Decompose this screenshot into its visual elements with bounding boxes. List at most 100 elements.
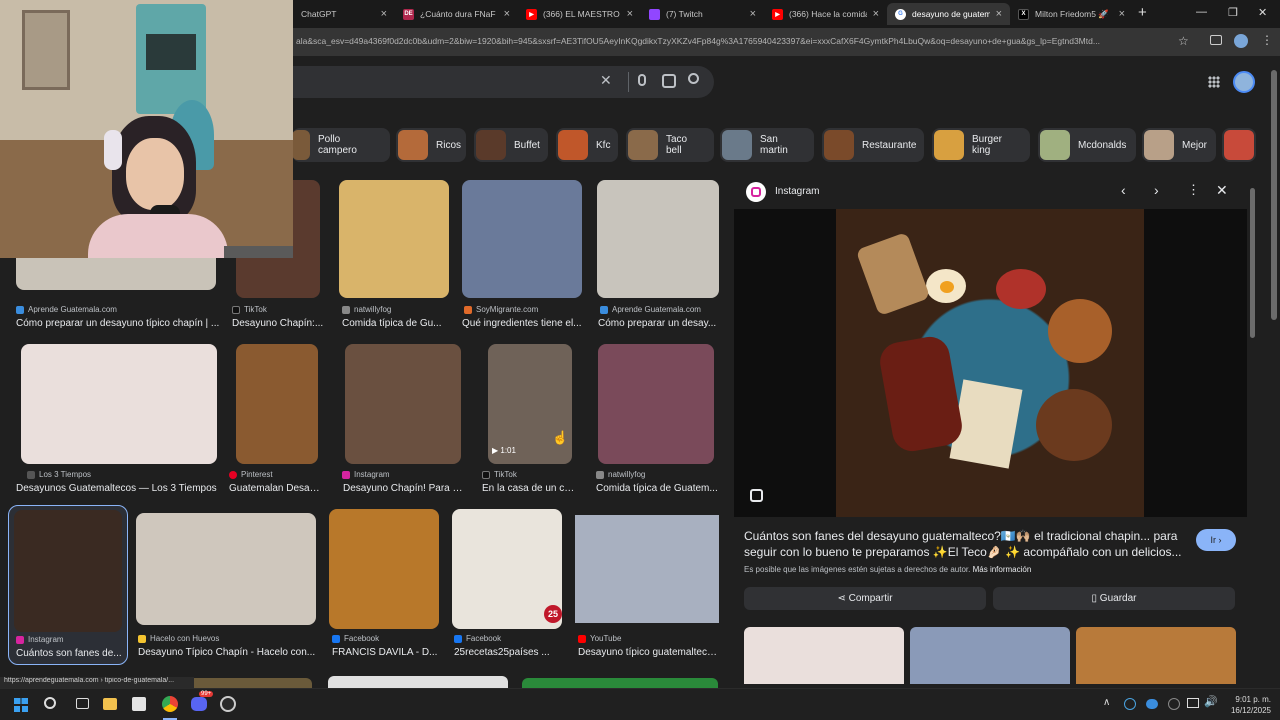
next-icon[interactable]: › [1154, 182, 1159, 198]
close-tab-icon[interactable]: × [627, 8, 633, 20]
result-caption[interactable]: Cuántos son fanes de... [16, 648, 126, 659]
result-caption[interactable]: Cómo preparar un desay... [598, 318, 720, 329]
browser-menu-icon[interactable]: ⋮ [1261, 33, 1273, 47]
tab-youtube-maestro[interactable]: ▶ (366) EL MAESTRO S × [518, 3, 641, 25]
result-image[interactable]: ▶ 1:01 [488, 344, 572, 464]
result-image-partial[interactable] [328, 676, 508, 688]
onedrive-icon[interactable] [1146, 699, 1158, 709]
search-box[interactable]: ✕ [292, 66, 714, 98]
clock-date[interactable]: 16/12/2025 [1227, 706, 1271, 715]
lens-search-icon[interactable] [750, 489, 763, 502]
new-tab-button[interactable]: + [1138, 4, 1147, 21]
search-icon[interactable] [688, 73, 699, 84]
lens-search-icon[interactable] [662, 74, 676, 88]
profile-avatar[interactable] [1234, 34, 1248, 48]
clear-search-icon[interactable]: ✕ [600, 72, 612, 89]
related-image[interactable] [910, 627, 1070, 684]
chip-mcdonalds[interactable]: Mcdonalds [1038, 128, 1136, 162]
sync-icon[interactable] [1124, 698, 1136, 710]
chip-restaurante[interactable]: Restaurante [822, 128, 924, 162]
panel-scrollbar-thumb[interactable] [1250, 188, 1255, 338]
chip-kfc[interactable]: Kfc [556, 128, 618, 162]
close-tab-icon[interactable]: × [873, 8, 879, 20]
page-scrollbar-thumb[interactable] [1271, 70, 1277, 320]
result-image[interactable] [575, 515, 719, 623]
result-image[interactable]: 25 [452, 509, 562, 629]
result-caption[interactable]: Comida típica de Gu... [342, 318, 450, 329]
media-controls-icon[interactable] [1210, 35, 1222, 45]
result-image[interactable] [462, 180, 582, 298]
related-image[interactable] [744, 627, 904, 684]
panel-source[interactable]: Instagram [775, 186, 819, 197]
discord-icon[interactable] [191, 697, 207, 711]
chip-mejor[interactable]: Mejor [1142, 128, 1216, 162]
chrome-icon[interactable] [162, 696, 178, 712]
maximize-button[interactable]: ❐ [1228, 6, 1238, 19]
chip-pollo-campero[interactable]: Pollo campero [292, 128, 390, 162]
windows-start-icon[interactable] [14, 698, 28, 712]
result-image[interactable] [14, 510, 122, 632]
account-avatar[interactable] [1233, 71, 1255, 93]
result-caption[interactable]: Qué ingredientes tiene el... [462, 318, 584, 329]
close-panel-icon[interactable]: ✕ [1216, 182, 1228, 199]
close-tab-icon[interactable]: × [996, 8, 1002, 20]
voice-search-icon[interactable] [638, 74, 646, 86]
volume-icon[interactable]: 🔊 [1204, 695, 1218, 708]
tab-fnaf[interactable]: DE ¿Cuánto dura FNaF W × [395, 3, 518, 25]
result-caption[interactable]: Desayunos Guatemaltecos — Los 3 Tiempos [16, 483, 222, 494]
result-image[interactable] [597, 180, 719, 298]
result-image[interactable] [345, 344, 461, 464]
result-caption[interactable]: Desayuno típico guatemalteco... [578, 647, 718, 658]
preview-image-frame[interactable] [734, 209, 1247, 517]
panel-title[interactable]: Cuántos son fanes del desayuno guatemalt… [744, 528, 1184, 560]
network-icon[interactable] [1187, 698, 1199, 708]
result-image[interactable] [21, 344, 217, 464]
result-caption[interactable]: Desayuno Típico Chapín - Hacelo con... [138, 647, 318, 658]
chip-burger-king[interactable]: Burger king [932, 128, 1030, 162]
tab-chatgpt[interactable]: ChatGPT × [293, 3, 395, 25]
chip-buffet[interactable]: Buffet [474, 128, 548, 162]
chip-ricos[interactable]: Ricos [396, 128, 466, 162]
result-image[interactable] [136, 513, 316, 625]
result-caption[interactable]: Desayuno Chapín! Para e... [343, 483, 465, 494]
file-explorer-icon[interactable] [103, 698, 117, 710]
close-tab-icon[interactable]: × [504, 8, 510, 20]
page-scrollbar[interactable] [1270, 60, 1278, 680]
close-tab-icon[interactable]: × [381, 8, 387, 20]
panel-scrollbar[interactable] [1250, 180, 1256, 670]
minimize-button[interactable]: — [1196, 6, 1207, 18]
result-image[interactable] [329, 509, 439, 629]
result-caption[interactable]: FRANCIS DAVILA - D... [332, 647, 440, 658]
save-button[interactable]: ▯ Guardar [993, 587, 1235, 610]
share-button[interactable]: ⋖ Compartir [744, 587, 986, 610]
close-tab-icon[interactable]: × [750, 8, 756, 20]
clock-time[interactable]: 9:01 p. m. [1227, 695, 1271, 704]
chip-more[interactable] [1222, 128, 1256, 162]
search-icon[interactable] [44, 697, 56, 709]
preview-image[interactable] [836, 209, 1144, 517]
show-hidden-icons[interactable]: ∧ [1103, 697, 1110, 708]
result-caption[interactable]: Desayuno Chapín:... [232, 318, 324, 329]
result-caption[interactable]: Guatemalan Desay... [229, 483, 321, 494]
apps-grid-icon[interactable] [1208, 76, 1220, 88]
previous-icon[interactable]: ‹ [1121, 182, 1126, 198]
result-image[interactable] [236, 344, 318, 464]
chip-taco-bell[interactable]: Taco bell [626, 128, 714, 162]
result-caption[interactable]: Comida típica de Guatem... [596, 483, 718, 494]
tab-google-desayuno[interactable]: Gdesayuno de guatem × [887, 3, 1010, 25]
result-image-partial[interactable] [522, 678, 718, 688]
store-icon[interactable] [132, 697, 146, 711]
tray-app-icon[interactable] [1168, 698, 1180, 710]
close-window-button[interactable]: ✕ [1258, 6, 1267, 19]
result-image[interactable] [598, 344, 714, 464]
visit-button[interactable]: Ir › [1196, 529, 1236, 551]
result-caption[interactable]: 25recetas25países ... [454, 647, 562, 658]
close-tab-icon[interactable]: × [1119, 8, 1125, 20]
result-caption[interactable]: Cómo preparar un desayuno típico chapín … [16, 318, 226, 329]
star-bookmark-icon[interactable]: ☆ [1178, 34, 1189, 48]
tab-x-milton[interactable]: X Milton Friedom5 🚀 × [1010, 3, 1133, 25]
result-tile-selected[interactable]: Instagram Cuántos son fanes de... [8, 505, 128, 665]
result-image[interactable] [339, 180, 449, 298]
related-image[interactable] [1076, 627, 1236, 684]
chip-san-martin[interactable]: San martin [720, 128, 814, 162]
